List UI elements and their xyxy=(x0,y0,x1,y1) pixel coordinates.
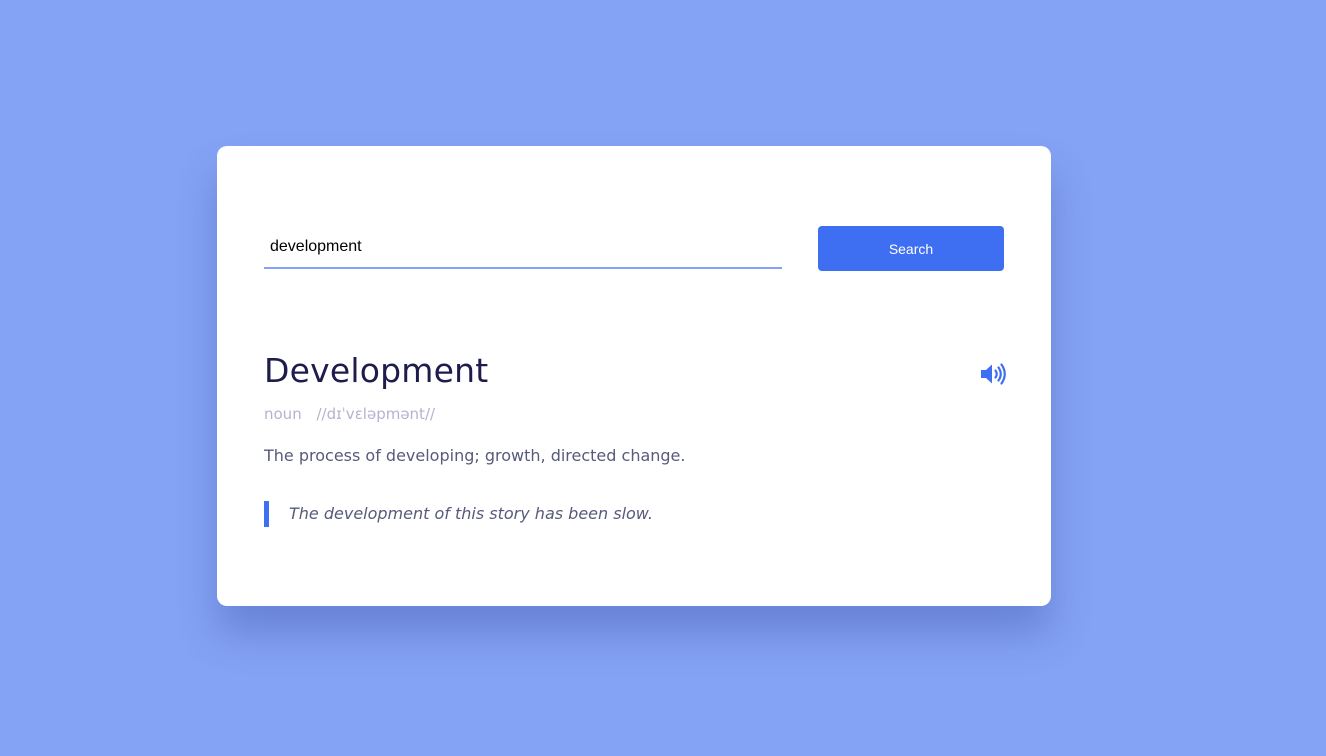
dictionary-card: Search Development noun //dɪˈvɛləpmənt//… xyxy=(217,146,1051,606)
phonetic: //dɪˈvɛləpmənt// xyxy=(316,405,436,423)
search-button[interactable]: Search xyxy=(818,226,1004,271)
example-quote: The development of this story has been s… xyxy=(264,501,864,527)
pronounce-button[interactable] xyxy=(979,361,1007,387)
speaker-volume-icon xyxy=(981,363,1006,385)
part-of-speech: noun xyxy=(264,405,302,423)
example-text: The development of this story has been s… xyxy=(289,504,653,523)
definition: The process of developing; growth, direc… xyxy=(264,446,686,465)
word-meta: noun //dɪˈvɛləpmənt// xyxy=(264,405,435,423)
search-row: Search xyxy=(264,226,1004,271)
word-title: Development xyxy=(264,351,489,390)
search-input[interactable] xyxy=(264,226,782,269)
quote-bar xyxy=(264,501,269,527)
